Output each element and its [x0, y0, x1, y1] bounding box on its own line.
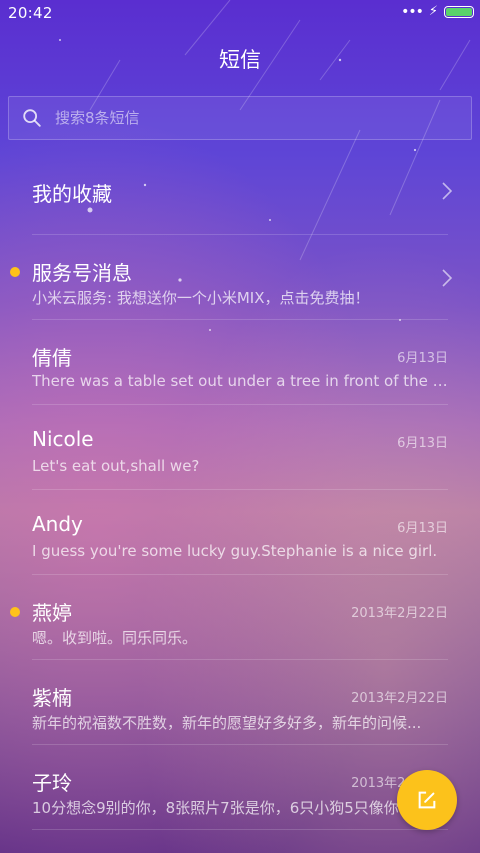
- search-bar[interactable]: [8, 96, 472, 140]
- favorites-row[interactable]: 我的收藏: [32, 148, 453, 235]
- battery-icon: [444, 6, 474, 18]
- conversation-row[interactable]: 紫楠 2013年2月22日 新年的祝福数不胜数，新年的愿望好多好多，新年的问候.…: [32, 660, 448, 745]
- message-preview: There was a table set out under a tree i…: [32, 372, 450, 390]
- page-title: 短信: [219, 48, 261, 72]
- contact-name: Nicole: [32, 427, 94, 451]
- contact-name: 燕婷: [32, 601, 72, 625]
- search-input[interactable]: [55, 109, 471, 127]
- message-date: 6月13日: [397, 351, 448, 366]
- charging-icon: ⚡: [428, 4, 438, 19]
- message-date: 6月13日: [397, 436, 448, 451]
- compose-icon: [418, 791, 436, 809]
- contact-name: 倩倩: [32, 346, 72, 370]
- message-preview: 嗯。收到啦。同乐同乐。: [32, 629, 198, 647]
- conversation-row[interactable]: 子玲 2013年2月22日 10分想念9别的你，8张照片7张是你，6只小狗5只像…: [32, 745, 448, 830]
- conversation-row[interactable]: Nicole 6月13日 Let's eat out,shall we?: [32, 405, 448, 490]
- message-date: 2013年2月22日: [351, 691, 448, 706]
- service-preview: 小米云服务: 我想送你一个小米MIX，点击免费抽！: [32, 289, 370, 307]
- status-time: 20:42: [8, 4, 53, 22]
- service-messages-row[interactable]: 服务号消息 小米云服务: 我想送你一个小米MIX，点击免费抽！: [10, 235, 453, 320]
- chevron-right-icon: [442, 269, 453, 287]
- conversation-row[interactable]: 倩倩 6月13日 There was a table set out under…: [32, 320, 450, 405]
- chevron-right-icon: [442, 182, 453, 200]
- contact-name: 子玲: [32, 771, 72, 795]
- conversation-row[interactable]: Andy 6月13日 I guess you're some lucky guy…: [32, 490, 448, 575]
- message-date: 2013年2月22日: [351, 606, 448, 621]
- status-icons: ••• ⚡: [401, 5, 474, 19]
- conversation-list: 我的收藏 服务号消息 小米云服务: 我想送你一个小米MIX，点击免费抽！ 倩倩 …: [0, 148, 480, 830]
- message-preview: 新年的祝福数不胜数，新年的愿望好多好多，新年的问候...: [32, 714, 422, 732]
- contact-name: 紫楠: [32, 686, 72, 710]
- message-date: 6月13日: [397, 521, 448, 536]
- unread-dot: [10, 267, 20, 277]
- search-icon: [23, 109, 41, 127]
- favorites-label: 我的收藏: [32, 182, 112, 206]
- compose-button[interactable]: [397, 770, 457, 830]
- signal-dots-icon: •••: [401, 4, 424, 20]
- message-preview: Let's eat out,shall we?: [32, 457, 200, 475]
- status-bar: 20:42 ••• ⚡: [0, 0, 480, 28]
- message-preview: I guess you're some lucky guy.Stephanie …: [32, 542, 438, 560]
- message-preview: 10分想念9别的你，8张照片7张是你，6只小狗5只像你: [32, 799, 399, 817]
- contact-name: Andy: [32, 512, 83, 536]
- service-title: 服务号消息: [32, 261, 132, 285]
- unread-dot: [10, 607, 20, 617]
- conversation-row[interactable]: 燕婷 2013年2月22日 嗯。收到啦。同乐同乐。: [10, 575, 448, 660]
